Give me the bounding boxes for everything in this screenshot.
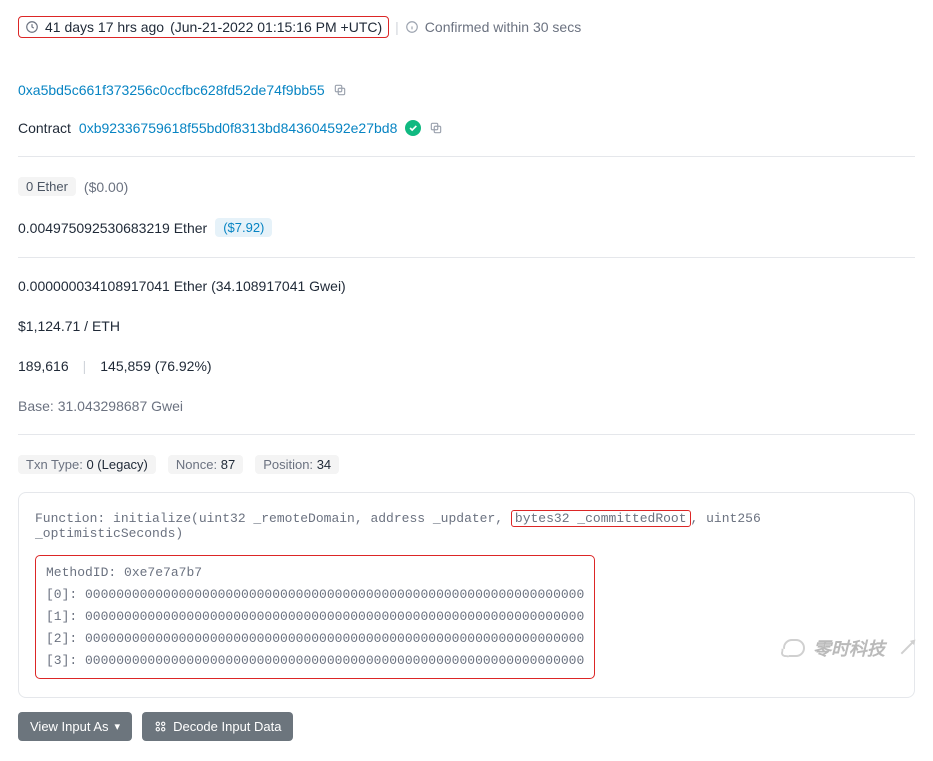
separator: | <box>395 19 399 35</box>
txn-type-pill: Txn Type: 0 (Legacy) <box>18 455 156 474</box>
confirmed-text: Confirmed within 30 secs <box>425 19 581 35</box>
wechat-icon <box>783 639 805 657</box>
position-pill: Position: 34 <box>255 455 339 474</box>
nonce-value: 87 <box>221 457 235 472</box>
position-value: 34 <box>317 457 331 472</box>
gas-used: 145,859 (76.92%) <box>100 358 211 374</box>
nonce-pill: Nonce: 87 <box>168 455 243 474</box>
from-address-link[interactable]: 0xa5bd5c661f373256c0ccfbc628fd52de74f9bb… <box>18 82 325 98</box>
function-highlight: bytes32 _committedRoot <box>511 510 691 527</box>
gas-limit: 189,616 <box>18 358 69 374</box>
function-signature: Function: initialize(uint32 _remoteDomai… <box>35 511 898 541</box>
decode-input-label: Decode Input Data <box>173 719 281 734</box>
watermark: 零时科技 <box>783 635 915 661</box>
position-label: Position: <box>263 457 313 472</box>
timestamp-absolute: (Jun-21-2022 01:15:16 PM +UTC) <box>170 19 382 35</box>
nonce-label: Nonce: <box>176 457 217 472</box>
value-amount-badge: 0 Ether <box>18 177 76 196</box>
view-input-as-button[interactable]: View Input As ▾ <box>18 712 132 741</box>
verified-icon <box>405 120 421 136</box>
pen-icon <box>901 642 914 655</box>
txn-fee-ether: 0.004975092530683219 Ether <box>18 220 207 236</box>
timestamp-box: 41 days 17 hrs ago (Jun-21-2022 01:15:16… <box>18 16 389 38</box>
method-id-value: 0xe7e7a7b7 <box>124 565 202 580</box>
param-row: [0]: 00000000000000000000000000000000000… <box>46 584 584 606</box>
copy-icon[interactable] <box>333 83 347 97</box>
watermark-text: 零时科技 <box>813 635 885 661</box>
copy-icon[interactable] <box>429 121 443 135</box>
gas-price: 0.000000034108917041 Ether (34.108917041… <box>18 278 346 294</box>
chevron-down-icon: ▾ <box>115 720 121 733</box>
decode-input-button[interactable]: Decode Input Data <box>142 712 293 741</box>
param-row: [3]: 00000000000000000000000000000000000… <box>46 650 584 672</box>
to-label: Contract <box>18 120 71 136</box>
to-address-link[interactable]: 0xb92336759618f55bd0f8313bd843604592e27b… <box>79 120 397 136</box>
txn-type-label: Txn Type: <box>26 457 83 472</box>
param-row: [1]: 00000000000000000000000000000000000… <box>46 606 584 628</box>
param-row: [2]: 00000000000000000000000000000000000… <box>46 628 584 650</box>
clock-icon <box>25 20 39 34</box>
txn-fee-usd-badge[interactable]: ($7.92) <box>215 218 272 237</box>
eth-price: $1,124.71 / ETH <box>18 318 120 334</box>
input-data-box: Function: initialize(uint32 _remoteDomai… <box>18 492 915 698</box>
timestamp-relative: 41 days 17 hrs ago <box>45 19 164 35</box>
view-input-as-label: View Input As <box>30 719 109 734</box>
method-block: MethodID: 0xe7e7a7b7 [0]: 00000000000000… <box>35 555 595 679</box>
info-icon <box>405 20 419 34</box>
base-fee: Base: 31.043298687 Gwei <box>18 398 183 414</box>
method-id-label: MethodID: <box>46 565 116 580</box>
separator: | <box>83 358 87 374</box>
txn-type-value: 0 (Legacy) <box>86 457 147 472</box>
function-prefix: Function: initialize(uint32 _remoteDomai… <box>35 511 511 526</box>
decode-icon <box>154 720 167 733</box>
value-usd: ($0.00) <box>84 179 128 195</box>
